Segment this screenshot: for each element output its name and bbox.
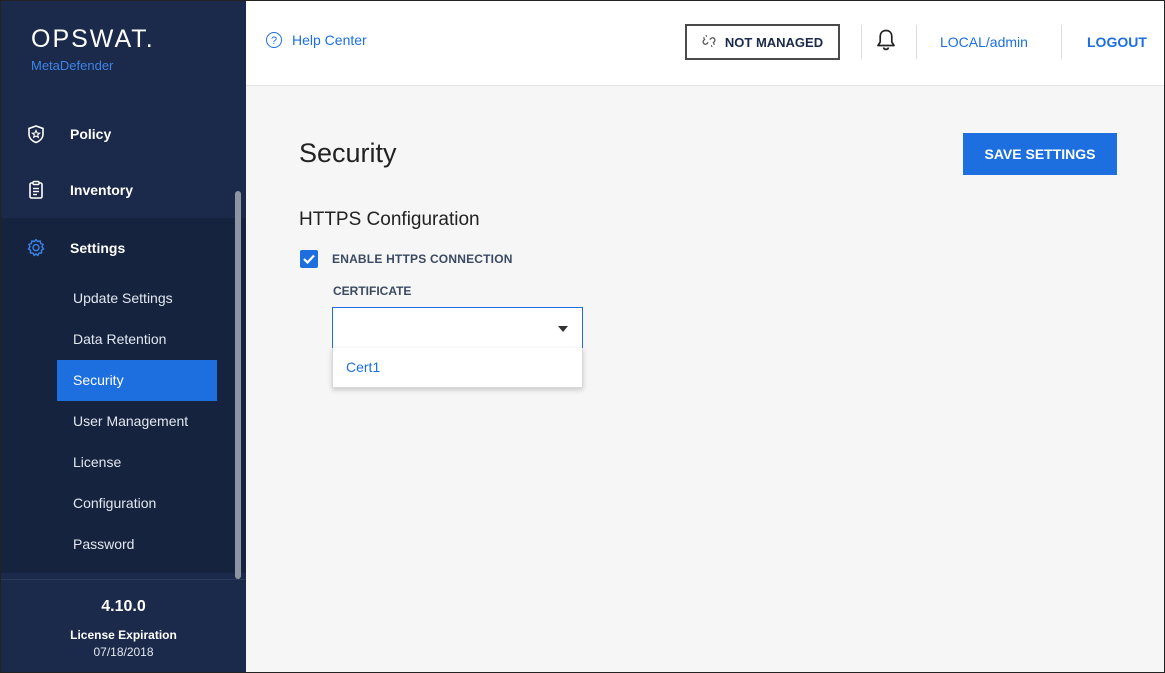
enable-https-row[interactable]: ENABLE HTTPS CONNECTION (300, 250, 513, 268)
sidebar: OPSWAT. MetaDefender Policy Inventory Se… (1, 1, 246, 672)
sidebar-item-data-retention[interactable]: Data Retention (57, 319, 217, 360)
sidebar-footer: 4.10.0 License Expiration 07/18/2018 (1, 579, 246, 672)
license-expiration-date: 07/18/2018 (93, 645, 154, 659)
page-title: Security (299, 138, 397, 168)
sidebar-item-password[interactable]: Password (57, 524, 217, 565)
save-settings-button[interactable]: SAVE SETTINGS (963, 133, 1117, 175)
enable-https-label: ENABLE HTTPS CONNECTION (332, 252, 513, 266)
not-managed-label: NOT MANAGED (724, 34, 824, 50)
logout-link[interactable]: LOGOUT (1087, 34, 1147, 50)
header-divider (1061, 25, 1062, 59)
certificate-label: CERTIFICATE (333, 284, 412, 298)
caret-down-icon (558, 326, 568, 332)
sidebar-item-label: Settings (70, 240, 126, 256)
shield-star-icon (26, 124, 46, 144)
license-expiration-label: License Expiration (70, 628, 177, 642)
enable-https-checkbox[interactable] (300, 250, 318, 268)
user-account-link[interactable]: LOCAL/admin (940, 34, 1028, 50)
unlink-icon (702, 34, 716, 51)
top-header: ? Help Center NOT MANAGED LOCAL/admin LO… (246, 1, 1164, 86)
product-name: MetaDefender (31, 58, 114, 73)
sidebar-item-label: Inventory (70, 182, 134, 198)
sidebar-scrollbar[interactable] (235, 191, 241, 579)
sidebar-item-label: Policy (70, 126, 112, 142)
version-number: 4.10.0 (101, 598, 146, 615)
app-window: OPSWAT. MetaDefender Policy Inventory Se… (0, 0, 1165, 673)
settings-submenu: Update Settings Data Retention Security … (1, 278, 246, 573)
sidebar-item-settings[interactable]: Settings (1, 218, 246, 278)
sidebar-nav: Policy Inventory Settings Update Setting… (1, 106, 246, 573)
certificate-option[interactable]: Cert1 (333, 348, 582, 387)
header-divider (861, 25, 862, 59)
header-divider (916, 25, 917, 59)
brand: OPSWAT. MetaDefender (31, 25, 155, 73)
sidebar-item-user-management[interactable]: User Management (57, 401, 217, 442)
sidebar-item-update-settings[interactable]: Update Settings (57, 278, 217, 319)
sidebar-item-security[interactable]: Security (57, 360, 217, 401)
help-center-label: Help Center (292, 32, 367, 48)
help-center-link[interactable]: ? Help Center (266, 32, 367, 48)
sidebar-item-configuration[interactable]: Configuration (57, 483, 217, 524)
bell-icon[interactable] (875, 28, 897, 52)
opswat-logo: OPSWAT. (31, 25, 155, 53)
clipboard-icon (26, 180, 46, 200)
section-title: HTTPS Configuration (299, 209, 480, 230)
certificate-dropdown: Cert1 (332, 348, 583, 388)
gear-icon (26, 238, 46, 258)
sidebar-item-license[interactable]: License (57, 442, 217, 483)
sidebar-item-policy[interactable]: Policy (1, 106, 246, 162)
main-content: Security SAVE SETTINGS HTTPS Configurati… (246, 86, 1164, 672)
help-circle-icon: ? (266, 32, 282, 48)
not-managed-button[interactable]: NOT MANAGED (685, 24, 840, 60)
sidebar-item-inventory[interactable]: Inventory (1, 162, 246, 218)
checkmark-icon (303, 254, 315, 264)
certificate-select[interactable] (332, 307, 583, 349)
